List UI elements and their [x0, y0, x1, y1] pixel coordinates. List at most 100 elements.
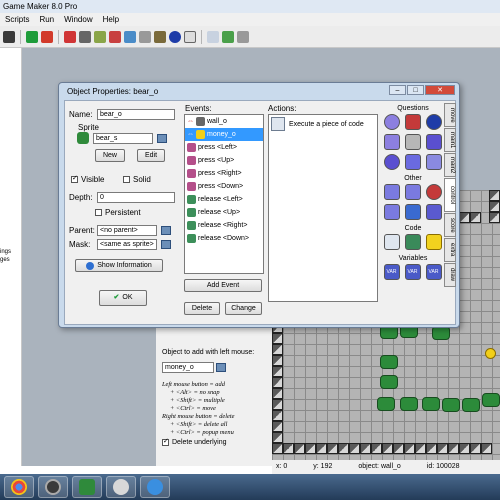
- mask-field[interactable]: <same as sprite>: [97, 239, 157, 250]
- check-question-icon[interactable]: [425, 134, 442, 150]
- test-expression-icon[interactable]: [404, 154, 421, 170]
- sprite-field[interactable]: bear_s: [93, 132, 153, 144]
- taskbar-ie[interactable]: [140, 476, 170, 498]
- object-menu-icon[interactable]: [216, 363, 226, 372]
- new-sprite-button[interactable]: New: [95, 149, 125, 162]
- repeat-icon[interactable]: [404, 204, 421, 220]
- close-icon[interactable]: ✕: [425, 85, 455, 95]
- tab-main1[interactable]: main1: [444, 128, 456, 152]
- add-sprite-icon[interactable]: [64, 30, 76, 43]
- menu-help[interactable]: Help: [103, 13, 119, 26]
- question-icon[interactable]: [383, 154, 400, 170]
- start-block-icon[interactable]: [383, 184, 400, 200]
- solid-checkbox[interactable]: [123, 176, 130, 183]
- taskbar-chrome[interactable]: [4, 476, 34, 498]
- tab-score[interactable]: score: [444, 213, 456, 237]
- check-mouse-icon[interactable]: [425, 154, 442, 170]
- bear-instance[interactable]: [380, 355, 398, 369]
- delete-event-button[interactable]: Delete: [184, 302, 220, 315]
- action-item[interactable]: Execute a piece of code: [269, 115, 377, 133]
- bear-instance[interactable]: [380, 375, 398, 389]
- persistent-checkbox[interactable]: [95, 209, 102, 216]
- bear-instance[interactable]: [462, 398, 480, 412]
- add-font-icon[interactable]: [139, 30, 151, 43]
- sprite-menu-icon[interactable]: [157, 133, 167, 143]
- show-information-button[interactable]: Show Information: [75, 259, 163, 272]
- parent-menu-icon[interactable]: [161, 226, 171, 235]
- add-sound-icon[interactable]: [79, 30, 91, 43]
- tab-extra[interactable]: extra: [444, 238, 456, 262]
- menu-scripts[interactable]: Scripts: [5, 13, 29, 26]
- event-item[interactable]: press <Up>: [185, 154, 263, 167]
- test-instance-count-icon[interactable]: [383, 134, 400, 150]
- add-path-icon[interactable]: [109, 30, 121, 43]
- check-object-icon[interactable]: [425, 114, 442, 130]
- taskbar-app[interactable]: [72, 476, 102, 498]
- event-item[interactable]: press <Left>: [185, 141, 263, 154]
- call-parent-icon[interactable]: [425, 204, 442, 220]
- game-info-icon[interactable]: [207, 30, 219, 43]
- actions-list[interactable]: Execute a piece of code: [268, 114, 378, 302]
- mask-menu-icon[interactable]: [161, 240, 171, 249]
- bear-instance[interactable]: [377, 397, 395, 411]
- test-chance-icon[interactable]: [404, 134, 421, 150]
- bear-instance[interactable]: [422, 397, 440, 411]
- global-settings-icon[interactable]: [222, 30, 234, 43]
- money-instance[interactable]: [485, 348, 496, 359]
- event-item[interactable]: release <Down>: [185, 232, 263, 245]
- check-collision-icon[interactable]: [404, 114, 421, 130]
- set-variable-icon[interactable]: VAR: [383, 264, 400, 280]
- collapse-icon[interactable]: [3, 30, 15, 43]
- resource-tree[interactable]: ings ges: [0, 48, 22, 466]
- name-field[interactable]: bear_o: [97, 109, 175, 120]
- execute-code-icon[interactable]: [383, 234, 400, 250]
- check-empty-icon[interactable]: [383, 114, 400, 130]
- change-event-button[interactable]: Change: [225, 302, 262, 315]
- events-list[interactable]: ⇔ wall_o ⇔ money_o press <Left> press <Up>…: [184, 114, 264, 274]
- taskbar-gamemaker[interactable]: [38, 476, 68, 498]
- add-object-icon[interactable]: [169, 30, 181, 43]
- tab-main2[interactable]: main2: [444, 153, 456, 177]
- event-item[interactable]: press <Right>: [185, 167, 263, 180]
- else-icon[interactable]: [404, 184, 421, 200]
- bear-instance[interactable]: [482, 393, 500, 407]
- test-variable-icon[interactable]: VAR: [404, 264, 421, 280]
- tab-control[interactable]: control: [444, 178, 456, 212]
- visible-checkbox[interactable]: [71, 174, 78, 183]
- tab-draw[interactable]: draw: [444, 263, 456, 287]
- event-item[interactable]: ⇔ wall_o: [185, 115, 263, 128]
- add-background-icon[interactable]: [94, 30, 106, 43]
- event-item-selected[interactable]: ⇔ money_o: [185, 128, 263, 141]
- ok-button[interactable]: ✔ OK: [99, 290, 147, 306]
- event-item[interactable]: release <Up>: [185, 206, 263, 219]
- event-item[interactable]: release <Left>: [185, 193, 263, 206]
- minimize-icon[interactable]: –: [389, 85, 406, 95]
- delete-underlying-checkbox[interactable]: [162, 437, 169, 446]
- resource-item[interactable]: ges: [0, 256, 21, 264]
- object-to-add-field[interactable]: money_o: [162, 362, 214, 373]
- add-script-icon[interactable]: [124, 30, 136, 43]
- maximize-icon[interactable]: □: [407, 85, 424, 95]
- add-timeline-icon[interactable]: [154, 30, 166, 43]
- add-room-icon[interactable]: [184, 30, 196, 43]
- extensions-icon[interactable]: [237, 30, 249, 43]
- taskbar-recorder[interactable]: [106, 476, 136, 498]
- resource-item[interactable]: ings: [0, 248, 21, 256]
- comment-warning-icon[interactable]: [425, 234, 442, 250]
- depth-field[interactable]: 0: [97, 192, 175, 203]
- tab-move[interactable]: move: [444, 103, 456, 127]
- debug-game-icon[interactable]: [41, 30, 53, 43]
- add-event-button[interactable]: Add Event: [184, 279, 262, 292]
- bear-instance[interactable]: [432, 326, 450, 340]
- run-game-icon[interactable]: [26, 30, 38, 43]
- exit-event-icon[interactable]: [425, 184, 442, 200]
- bear-instance[interactable]: [400, 397, 418, 411]
- bear-instance[interactable]: [442, 398, 460, 412]
- event-item[interactable]: press <Down>: [185, 180, 263, 193]
- execute-script-icon[interactable]: [404, 234, 421, 250]
- parent-field[interactable]: <no parent>: [97, 225, 157, 236]
- draw-variable-icon[interactable]: VAR: [425, 264, 442, 280]
- menu-run[interactable]: Run: [39, 13, 54, 26]
- event-item[interactable]: release <Right>: [185, 219, 263, 232]
- menu-window[interactable]: Window: [64, 13, 92, 26]
